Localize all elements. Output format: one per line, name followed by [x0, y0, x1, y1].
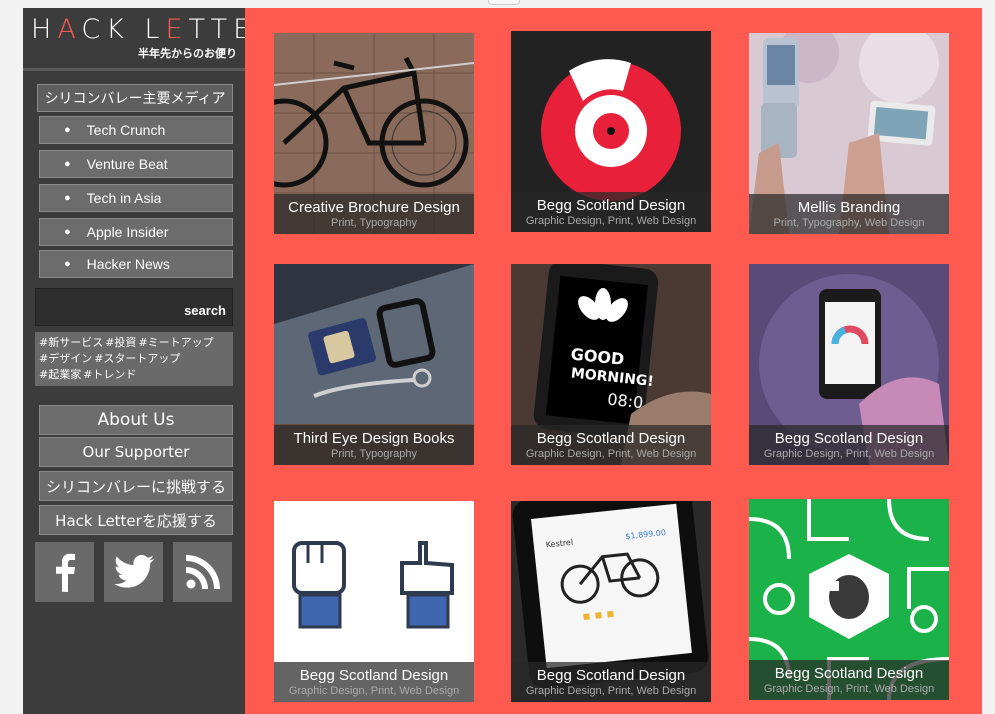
card-caption: Begg Scotland Design Graphic Design, Pri…: [511, 192, 711, 232]
logo[interactable]: HACK LETTER 半年先からのお便り: [23, 8, 275, 71]
portfolio-grid: Creative Brochure Design Print, Typograp…: [245, 8, 982, 714]
card-caption: Begg Scotland Design Graphic Design, Pri…: [511, 662, 711, 702]
facebook-button[interactable]: [35, 542, 94, 602]
card-title: Begg Scotland Design: [774, 665, 924, 682]
facebook-icon: [55, 553, 75, 592]
card-title: Begg Scotland Design: [536, 667, 686, 684]
card-tags: Graphic Design, Print, Web Design: [288, 685, 460, 697]
sidebar-item-label: Tech Crunch: [86, 122, 166, 138]
card-tags: Graphic Design, Print, Web Design: [525, 215, 697, 227]
twitter-button[interactable]: [104, 542, 163, 602]
our-supporter-link[interactable]: Our Supporter: [39, 437, 233, 467]
bullet-icon: ●: [64, 226, 71, 238]
sidebar-item-hackernews[interactable]: ● Hacker News: [39, 250, 233, 278]
tag-link[interactable]: #デザイン: [39, 352, 92, 365]
sidebar-item-label: Venture Beat: [86, 156, 168, 172]
sidebar-item-venturebeat[interactable]: ● Venture Beat: [39, 150, 233, 178]
portfolio-card[interactable]: Creative Brochure Design Print, Typograp…: [274, 33, 474, 234]
card-caption: Creative Brochure Design Print, Typograp…: [274, 194, 474, 234]
bullet-icon: ●: [64, 192, 71, 204]
card-caption: Begg Scotland Design Graphic Design, Pri…: [749, 425, 949, 465]
sidebar-item-label: Hacker News: [86, 256, 170, 272]
search-label: search: [184, 303, 226, 318]
sidebar-item-techinasia[interactable]: ● Tech in Asia: [39, 184, 233, 212]
support-hack-letter-link[interactable]: Hack Letterを応援する: [39, 505, 233, 535]
card-tags: Graphic Design, Print, Web Design: [763, 448, 935, 460]
window-resize-tab: [488, 0, 520, 5]
sidebar: HACK LETTER 半年先からのお便り シリコンバレー主要メディア ● Tec…: [23, 8, 275, 714]
tag-link[interactable]: #起業家: [39, 368, 81, 381]
card-title: Begg Scotland Design: [299, 667, 449, 684]
bullet-icon: ●: [64, 258, 71, 270]
card-tags: Graphic Design, Print, Web Design: [525, 685, 697, 697]
sidebar-item-label: Tech in Asia: [86, 190, 162, 206]
challenge-silicon-valley-link[interactable]: シリコンバレーに挑戦する: [39, 471, 233, 501]
about-us-link[interactable]: About Us: [39, 405, 233, 435]
card-caption: Begg Scotland Design Graphic Design, Pri…: [749, 660, 949, 700]
tag-cloud: #新サービス #投資 #ミートアップ #デザイン #スタートアップ #起業家 #トレンド: [35, 332, 233, 386]
media-section-heading: シリコンバレー主要メディア: [37, 84, 233, 112]
portfolio-card[interactable]: GOOD MORNING! 08:0 Begg Scotland Design …: [511, 264, 711, 465]
portfolio-card[interactable]: Kestrel $1,899.00 Begg Scotland Design G…: [511, 501, 711, 702]
card-title: Begg Scotland Design: [774, 430, 924, 447]
card-caption: Begg Scotland Design Graphic Design, Pri…: [274, 662, 474, 702]
card-title: Mellis Branding: [797, 199, 901, 216]
card-tags: Graphic Design, Print, Web Design: [525, 448, 697, 460]
tag-link[interactable]: #トレンド: [83, 368, 136, 381]
tag-link[interactable]: #スタートアップ: [94, 352, 180, 365]
rss-button[interactable]: [173, 542, 232, 602]
rss-icon: [185, 555, 220, 589]
card-caption: Mellis Branding Print, Typography, Web D…: [749, 194, 949, 234]
portfolio-card[interactable]: Begg Scotland Design Graphic Design, Pri…: [511, 31, 711, 232]
twitter-icon: [113, 555, 154, 588]
bullet-icon: ●: [64, 124, 71, 136]
sidebar-item-label: Apple Insider: [86, 224, 169, 240]
portfolio-card[interactable]: Begg Scotland Design Graphic Design, Pri…: [274, 501, 474, 702]
card-title: Begg Scotland Design: [536, 197, 686, 214]
portfolio-card[interactable]: Begg Scotland Design Graphic Design, Pri…: [749, 499, 949, 700]
card-caption: Begg Scotland Design Graphic Design, Pri…: [511, 425, 711, 465]
sidebar-item-techcrunch[interactable]: ● Tech Crunch: [39, 116, 233, 144]
tag-link[interactable]: #投資: [105, 336, 136, 349]
bullet-icon: ●: [64, 158, 71, 170]
portfolio-card[interactable]: Mellis Branding Print, Typography, Web D…: [749, 33, 949, 234]
card-tags: Print, Typography: [330, 217, 417, 229]
logo-subtitle: 半年先からのお便り: [138, 47, 237, 60]
sidebar-item-appleinsider[interactable]: ● Apple Insider: [39, 218, 233, 246]
card-tags: Graphic Design, Print, Web Design: [763, 683, 935, 695]
card-title: Third Eye Design Books: [293, 430, 455, 447]
card-tags: Print, Typography, Web Design: [773, 217, 925, 229]
logo-title: HACK LETTER: [31, 14, 281, 45]
tag-link[interactable]: #ミートアップ: [138, 336, 213, 349]
tag-link[interactable]: #新サービス: [39, 336, 103, 349]
card-caption: Third Eye Design Books Print, Typography: [274, 425, 474, 465]
portfolio-card[interactable]: Begg Scotland Design Graphic Design, Pri…: [749, 264, 949, 465]
card-title: Creative Brochure Design: [288, 199, 460, 216]
card-tags: Print, Typography: [330, 448, 417, 460]
portfolio-card[interactable]: Third Eye Design Books Print, Typography: [274, 264, 474, 465]
search-box[interactable]: search: [35, 288, 233, 326]
card-title: Begg Scotland Design: [536, 430, 686, 447]
